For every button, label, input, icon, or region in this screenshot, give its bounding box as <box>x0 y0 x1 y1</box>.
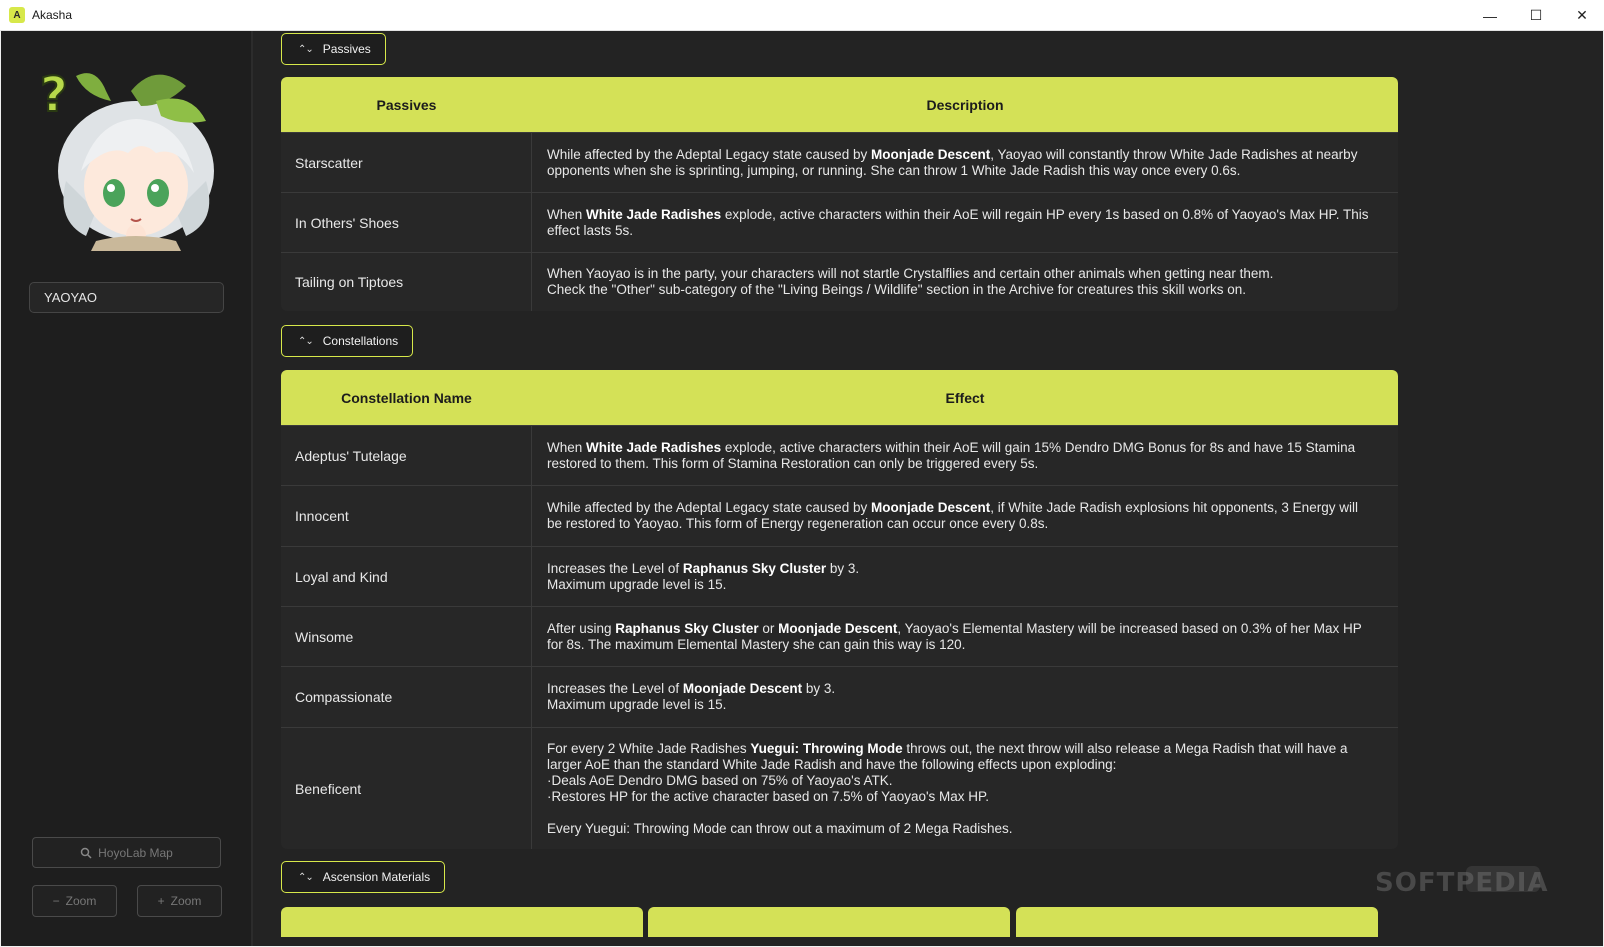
ascension-material-card <box>648 907 1010 937</box>
maximize-button[interactable]: ☐ <box>1513 0 1559 31</box>
constellation-effect: Increases the Level of Raphanus Sky Clus… <box>547 560 860 592</box>
zoom-in-button[interactable]: + Zoom <box>137 885 222 917</box>
table-row: In Others' Shoes When White Jade Radishe… <box>281 192 1398 252</box>
table-row: Loyal and Kind Increases the Level of Ra… <box>281 546 1398 606</box>
table-header: Constellation Name Effect <box>281 370 1398 425</box>
ascension-material-card <box>1016 907 1378 937</box>
passives-toggle-label: Passives <box>322 42 371 56</box>
character-name-field[interactable]: YAOYAO <box>29 282 224 313</box>
client-area: ? YAOYAO HoyoLab Map − Zoom + Zoom ⌃⌄ Pa… <box>1 31 1603 946</box>
hoyolab-map-button[interactable]: HoyoLab Map <box>32 837 221 868</box>
passive-name: In Others' Shoes <box>281 193 532 252</box>
expand-collapse-icon: ⌃⌄ <box>298 871 314 883</box>
constellation-effect: After using Raphanus Sky Cluster or Moon… <box>547 620 1362 652</box>
table-header: Passives Description <box>281 77 1398 132</box>
window-title: Akasha <box>32 8 73 22</box>
close-button[interactable]: ✕ <box>1559 0 1604 31</box>
constellation-name: Compassionate <box>281 667 532 727</box>
constellation-name: Loyal and Kind <box>281 547 532 606</box>
column-header: Description <box>926 96 1004 113</box>
constellation-name: Adeptus' Tutelage <box>281 426 532 485</box>
constellation-effect: For every 2 White Jade Radishes Yuegui: … <box>547 740 1348 836</box>
constellations-table: Constellation Name Effect Adeptus' Tutel… <box>281 370 1398 849</box>
table-row: Winsome After using Raphanus Sky Cluster… <box>281 606 1398 666</box>
passive-name: Tailing on Tiptoes <box>281 253 532 311</box>
character-avatar: ? <box>39 66 214 251</box>
passive-description: While affected by the Adeptal Legacy sta… <box>547 146 1358 178</box>
constellations-toggle-button[interactable]: ⌃⌄ Constellations <box>281 325 414 357</box>
constellation-effect: Increases the Level of Moonjade Descent … <box>547 681 836 712</box>
passive-description: When Yaoyao is in the party, your charac… <box>547 266 1274 297</box>
constellation-name: Innocent <box>281 486 532 546</box>
table-row: Innocent While affected by the Adeptal L… <box>281 485 1398 546</box>
main-content: ⌃⌄ Passives Passives Description Starsca… <box>255 31 1603 946</box>
column-header: Effect <box>945 389 985 406</box>
plus-icon: + <box>157 894 165 908</box>
title-bar: A Akasha — ☐ ✕ <box>0 0 1604 31</box>
ascension-materials-toggle-button[interactable]: ⌃⌄ Ascension Materials <box>281 861 446 893</box>
passive-description: When White Jade Radishes explode, active… <box>547 206 1369 238</box>
passives-table: Passives Description Starscatter While a… <box>281 77 1398 311</box>
zoom-in-label: Zoom <box>170 894 202 908</box>
constellation-name: Beneficent <box>281 728 532 849</box>
column-header: Passives <box>376 96 437 113</box>
table-row: Beneficent For every 2 White Jade Radish… <box>281 727 1398 849</box>
column-header: Constellation Name <box>341 389 472 406</box>
passive-name: Starscatter <box>281 133 532 192</box>
constellation-effect: When White Jade Radishes explode, active… <box>547 439 1356 471</box>
hoyolab-map-label: HoyoLab Map <box>98 845 173 860</box>
table-row: Starscatter While affected by the Adepta… <box>281 132 1398 192</box>
table-row: Tailing on Tiptoes When Yaoyao is in the… <box>281 252 1398 311</box>
passives-toggle-button[interactable]: ⌃⌄ Passives <box>281 33 386 65</box>
app-logo-icon: A <box>9 7 25 23</box>
ascension-materials-toggle-label: Ascension Materials <box>322 870 431 884</box>
table-row: Adeptus' Tutelage When White Jade Radish… <box>281 425 1398 485</box>
table-row: Compassionate Increases the Level of Moo… <box>281 666 1398 727</box>
sidebar: ? YAOYAO HoyoLab Map − Zoom + Zoom <box>1 31 253 946</box>
constellations-toggle-label: Constellations <box>322 334 399 348</box>
app-window: A Akasha — ☐ ✕ ? YAOYAO HoyoLab Map − Zo… <box>0 0 1604 947</box>
minimize-button[interactable]: — <box>1467 0 1513 31</box>
search-icon <box>80 847 92 859</box>
constellation-effect: While affected by the Adeptal Legacy sta… <box>547 500 1358 531</box>
expand-collapse-icon: ⌃⌄ <box>298 335 314 347</box>
constellation-name: Winsome <box>281 607 532 666</box>
svg-text:?: ? <box>40 67 68 123</box>
zoom-out-button[interactable]: − Zoom <box>32 885 117 917</box>
ascension-material-card <box>281 907 643 937</box>
expand-collapse-icon: ⌃⌄ <box>298 43 314 55</box>
minus-icon: − <box>52 894 60 908</box>
zoom-out-label: Zoom <box>65 894 97 908</box>
watermark: SOFTPEDIA <box>1375 868 1549 898</box>
